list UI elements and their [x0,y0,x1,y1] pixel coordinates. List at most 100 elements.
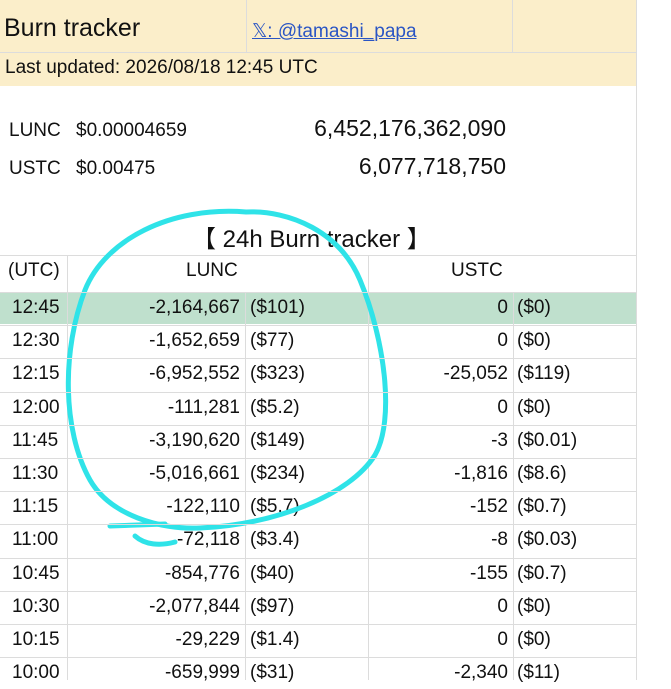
ustc-price: $0.00475 [76,158,156,179]
cell-ustc-usd: ($8.6) [517,463,567,484]
header-divider [246,0,247,52]
cell-ustc-burn: -3 [491,429,508,451]
grid-line [0,391,636,393]
grid-line [0,524,636,526]
cell-lunc-burn: -5,016,661 [149,463,240,484]
cell-time: 11:45 [12,429,59,451]
table-row: 10:15 -29,229 ($1.4) 0 ($0) [0,624,636,656]
grid-line [0,458,636,459]
table-row: 12:00 -111,281 ($5.2) 0 ($0) [0,392,636,424]
cell-lunc-usd: ($234) [250,463,305,484]
cell-ustc-usd: ($0.03) [517,529,578,551]
grid-line [0,358,636,360]
table-row: 10:45 -854,776 ($40) -155 ($0.7) [0,558,636,590]
cell-ustc-usd: ($119) [517,363,571,385]
ustc-supply: 6,077,718,750 [358,153,506,179]
table-row: 12:45 -2,164,667 ($101) 0 ($0) [0,292,636,324]
table-row: 11:00 -72,118 ($3.4) -8 ($0.03) [0,524,636,556]
cell-lunc-burn: -1,652,659 [149,330,240,352]
cell-time: 10:45 [12,562,60,584]
cell-time: 12:15 [12,363,60,385]
table-header-row: (UTC) LUNC USTC [0,255,636,287]
cell-lunc-usd: ($97) [250,595,295,617]
cell-lunc-usd: ($3.4) [250,529,300,551]
cell-ustc-burn: 0 [497,396,508,418]
cell-time: 12:00 [12,396,60,418]
cell-ustc-burn: -25,052 [443,363,508,385]
cell-ustc-burn: 0 [497,330,508,352]
grid-line [0,590,636,592]
grid-line [0,491,636,493]
column-header-ustc: USTC [451,260,503,281]
grid-line [0,424,636,426]
cell-ustc-usd: ($0.7) [517,496,567,518]
grid-line [0,624,636,625]
grid-line [0,255,636,256]
cell-lunc-burn: -111,281 [167,396,240,418]
cell-lunc-usd: ($77) [250,330,295,352]
cell-lunc-usd: ($1.4) [250,629,300,650]
cell-time: 11:15 [12,496,59,518]
cell-time: 11:30 [12,463,59,484]
cell-lunc-usd: ($5.2) [250,396,300,418]
cell-ustc-usd: ($0) [517,396,551,418]
cell-ustc-burn: -2,340 [454,662,508,684]
cell-ustc-burn: -8 [491,529,508,551]
table-row: 11:15 -122,110 ($5.7) -152 ($0.7) [0,491,636,523]
cell-ustc-usd: ($0) [517,595,551,617]
cell-time: 10:30 [12,595,60,617]
last-updated: Last updated: 2026/08/18 12:45 UTC [5,57,318,78]
cell-time: 10:00 [12,662,60,684]
cell-lunc-usd: ($323) [250,363,305,385]
cell-lunc-usd: ($5.7) [250,496,300,518]
column-header-lunc: LUNC [186,260,238,281]
header-rule [0,52,636,53]
grid-line [245,292,246,680]
cell-ustc-burn: -155 [469,562,508,584]
cell-ustc-usd: ($0.7) [517,562,567,584]
grid-line [0,292,636,293]
cell-ustc-burn: -1,816 [454,463,508,484]
cell-lunc-usd: ($40) [250,562,295,584]
table-row: 11:30 -5,016,661 ($234) -1,816 ($8.6) [0,458,636,490]
twitter-handle-link[interactable]: 𝕏: @tamashi_papa [252,20,417,43]
table-row: 12:15 -6,952,552 ($323) -25,052 ($119) [0,358,636,390]
cell-lunc-burn: -854,776 [164,562,240,584]
grid-line [67,255,68,680]
header-divider [512,0,513,52]
grid-line [0,657,636,659]
table-row: 12:30 -1,652,659 ($77) 0 ($0) [0,325,636,357]
table-row: 11:45 -3,190,620 ($149) -3 ($0.01) [0,425,636,457]
cell-lunc-burn: -122,110 [166,496,240,518]
cell-ustc-usd: ($0) [517,330,551,352]
cell-lunc-usd: ($149) [250,429,305,451]
cell-ustc-burn: -152 [469,496,508,518]
grid-line [0,325,636,327]
cell-lunc-burn: -6,952,552 [149,363,240,385]
cell-lunc-burn: -72,118 [176,529,240,551]
cell-ustc-usd: ($0) [517,629,551,650]
cell-lunc-burn: -29,229 [175,629,240,650]
lunc-price: $0.00004659 [76,120,187,141]
column-header-time: (UTC) [8,260,60,281]
cell-ustc-burn: 0 [497,629,508,650]
cell-lunc-burn: -2,077,844 [149,595,240,617]
cell-time: 12:45 [12,297,60,318]
cell-lunc-burn: -659,999 [164,662,240,684]
cell-time: 11:00 [12,529,59,551]
tracker-title: 【 24h Burn tracker 】 [192,226,431,253]
ustc-symbol: USTC [9,158,61,179]
sheet-title: Burn tracker [4,14,141,42]
table-row: 10:30 -2,077,844 ($97) 0 ($0) [0,591,636,623]
cell-lunc-usd: ($31) [250,662,295,684]
cell-ustc-burn: 0 [497,297,508,318]
grid-line [513,292,514,680]
cell-lunc-burn: -2,164,667 [149,297,240,318]
grid-line [368,255,369,680]
cell-ustc-usd: ($11) [517,662,560,684]
cell-time: 10:15 [12,629,60,650]
cell-ustc-usd: ($0.01) [517,429,578,451]
cell-ustc-burn: 0 [497,595,508,617]
cell-ustc-usd: ($0) [517,297,551,318]
sheet-right-border [636,0,637,680]
